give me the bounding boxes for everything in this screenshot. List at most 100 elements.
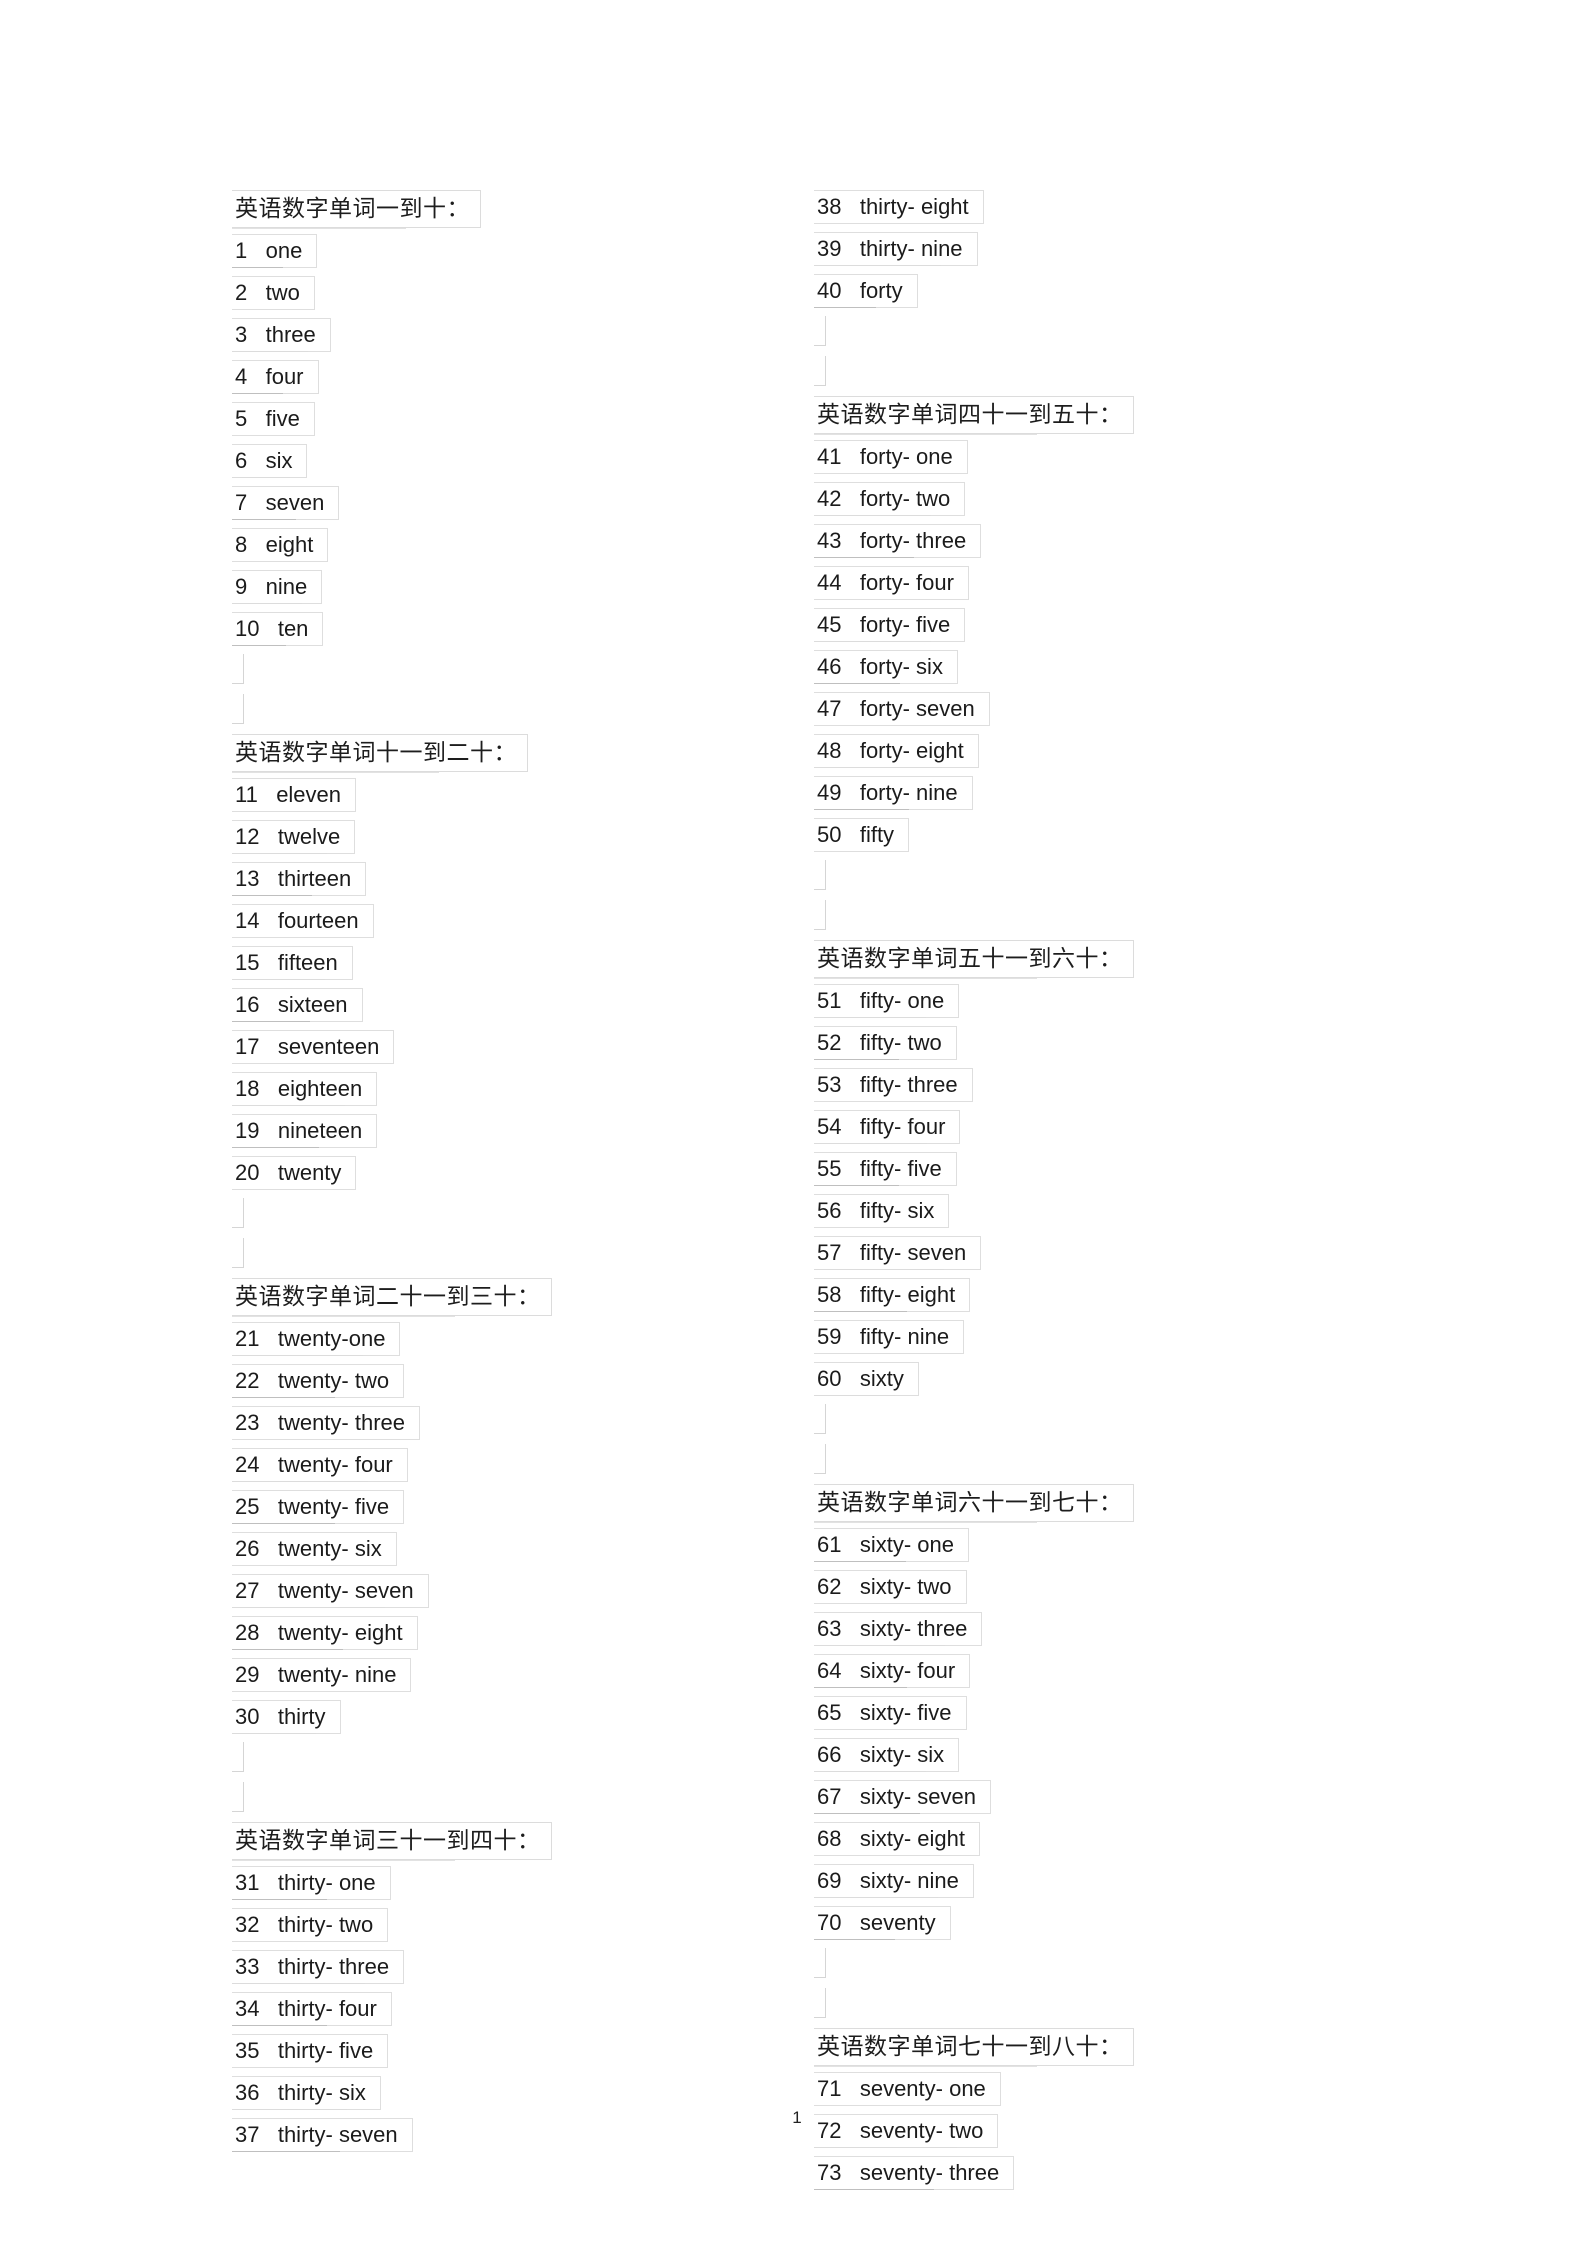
entry-separator (259, 1410, 277, 1435)
number-entry-row: 48 forty- eight (814, 734, 1414, 776)
number-entry: 25 twenty- five (232, 1490, 405, 1524)
entry-number: 43 (817, 528, 842, 553)
entry-number: 35 (235, 2038, 260, 2063)
number-entry-row: 25 twenty- five (232, 1490, 802, 1532)
number-entry-row: 66 sixty- six (814, 1738, 1414, 1780)
number-entry-row: 12 twelve (232, 820, 802, 862)
entry-separator (247, 280, 265, 305)
number-entry: 30 thirty (232, 1700, 341, 1734)
number-entry: 6 six (232, 444, 308, 478)
entry-word: sixty- nine (859, 1868, 959, 1893)
entry-word: thirty- four (277, 1996, 377, 2021)
number-entry-row: 19 nineteen (232, 1114, 802, 1156)
entry-word: seventy- three (859, 2160, 1000, 2185)
number-entry-row: 56 fifty- six (814, 1194, 1414, 1236)
entry-separator (258, 782, 276, 807)
entry-separator (841, 1868, 859, 1893)
entry-word: twenty- six (277, 1536, 382, 1561)
number-entry: 61 sixty- one (814, 1528, 969, 1562)
entry-separator (247, 238, 265, 263)
number-entry-row: 65 sixty- five (814, 1696, 1414, 1738)
empty-paragraph-marker (232, 1782, 244, 1812)
entry-separator (841, 1784, 859, 1809)
entry-word: forty- seven (859, 696, 975, 721)
number-entry: 56 fifty- six (814, 1194, 950, 1228)
number-entry-row: 23 twenty- three (232, 1406, 802, 1448)
number-entry-row: 33 thirty- three (232, 1950, 802, 1992)
entry-separator (841, 1240, 859, 1265)
entry-number: 3 (235, 322, 248, 347)
number-entry: 13 thirteen (232, 862, 367, 896)
entry-separator (841, 1030, 859, 1055)
entry-word: sixty- eight (859, 1826, 965, 1851)
entry-number: 54 (817, 1114, 842, 1139)
entry-number: 41 (817, 444, 842, 469)
entry-word: six (265, 448, 293, 473)
entry-separator (259, 1160, 277, 1185)
number-entry-row: 49 forty- nine (814, 776, 1414, 818)
entry-number: 1 (235, 238, 248, 263)
number-entry-row: 11 eleven (232, 778, 802, 820)
number-entry-row: 62 sixty- two (814, 1570, 1414, 1612)
number-entry: 41 forty- one (814, 440, 968, 474)
entry-word: fifty- one (859, 988, 945, 1013)
entry-separator (841, 822, 859, 847)
entry-word: eleven (276, 782, 342, 807)
right-column: 38 thirty- eight 39 thirty- nine 40 forty 英… (814, 190, 1414, 2198)
entry-separator (247, 364, 265, 389)
section-heading: 英语数字单词十一到二十： (232, 734, 528, 773)
entry-number: 61 (817, 1532, 842, 1557)
number-entry-row: 61 sixty- one (814, 1528, 1414, 1570)
number-entry: 32 thirty- two (232, 1908, 389, 1942)
entry-word: seven (265, 490, 325, 515)
empty-paragraph-marker (232, 1742, 244, 1772)
entry-word: seventy- one (859, 2076, 986, 2101)
section-heading: 英语数字单词四十一到五十： (814, 396, 1134, 435)
entry-number: 27 (235, 1578, 260, 1603)
entry-separator (247, 490, 265, 515)
empty-paragraph (814, 860, 1414, 900)
number-entry-row: 68 sixty- eight (814, 1822, 1414, 1864)
entry-separator (841, 194, 859, 219)
entry-word: thirty- five (277, 2038, 374, 2063)
section-heading: 英语数字单词三十一到四十： (232, 1822, 552, 1861)
section-heading-row: 英语数字单词六十一到七十： (814, 1484, 1414, 1528)
entry-word: twelve (277, 824, 341, 849)
number-entry-row: 5 five (232, 402, 802, 444)
entry-number: 50 (817, 822, 842, 847)
empty-paragraph-marker (814, 1404, 826, 1434)
entry-separator (841, 1826, 859, 1851)
entry-word: forty- two (859, 486, 951, 511)
entry-separator (841, 528, 859, 553)
number-entry: 69 sixty- nine (814, 1864, 974, 1898)
empty-paragraph (232, 694, 802, 734)
entry-word: fifty- six (859, 1198, 935, 1223)
entry-number: 58 (817, 1282, 842, 1307)
number-entry: 48 forty- eight (814, 734, 979, 768)
entry-separator (259, 1912, 277, 1937)
entry-separator (841, 2076, 859, 2101)
entry-number: 39 (817, 236, 842, 261)
empty-paragraph (814, 1444, 1414, 1484)
number-entry-row: 69 sixty- nine (814, 1864, 1414, 1906)
entry-word: forty- eight (859, 738, 964, 763)
entry-separator (841, 1574, 859, 1599)
entry-separator (259, 1954, 277, 1979)
section-heading-row: 英语数字单词五十一到六十： (814, 940, 1414, 984)
number-entry: 64 sixty- four (814, 1654, 971, 1688)
section-heading-row: 英语数字单词三十一到四十： (232, 1822, 802, 1866)
entry-number: 5 (235, 406, 248, 431)
entry-word: sixty- five (859, 1700, 952, 1725)
entry-word: forty- three (859, 528, 967, 553)
number-entry: 62 sixty- two (814, 1570, 967, 1604)
entry-separator (259, 1578, 277, 1603)
number-entry: 33 thirty- three (232, 1950, 405, 1984)
empty-paragraph (232, 1782, 802, 1822)
entry-separator (259, 1620, 277, 1645)
section-heading: 英语数字单词二十一到三十： (232, 1278, 552, 1317)
number-entry-row: 53 fifty- three (814, 1068, 1414, 1110)
entry-separator (841, 780, 859, 805)
entry-word: thirty- three (277, 1954, 390, 1979)
empty-paragraph-marker (232, 654, 244, 684)
entry-separator (841, 1616, 859, 1641)
